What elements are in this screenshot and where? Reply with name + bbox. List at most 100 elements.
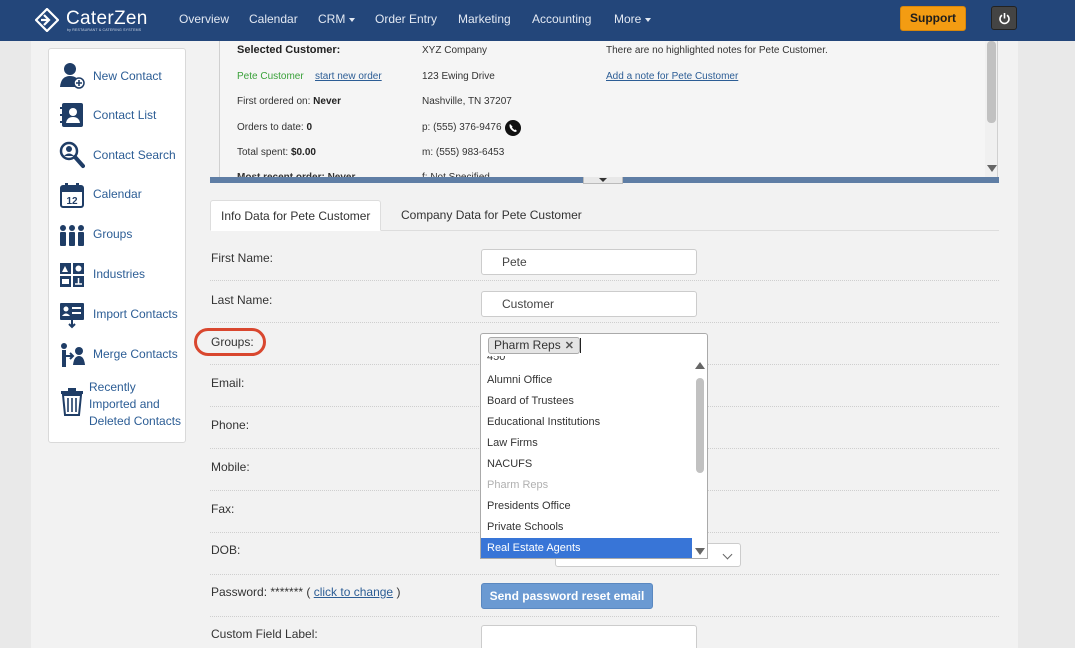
groups-dropdown: 450 Alumni Office Board of Trustees Educ… [480, 356, 708, 559]
dropdown-option[interactable]: NACUFS [481, 454, 692, 474]
brand-name: CaterZen [66, 8, 148, 29]
caterzen-logo[interactable]: CaterZen by RESTAURANT & CATERING SYSTEM… [35, 6, 155, 34]
dropdown-option[interactable]: 450 [481, 356, 692, 367]
trash-icon [61, 388, 83, 416]
sidebar-item-calendar[interactable]: 12 Calendar [49, 177, 185, 213]
mobile-number: m: (555) 983-6453 [422, 147, 505, 158]
nav-accounting[interactable]: Accounting [532, 12, 591, 26]
scroll-up-arrow-icon[interactable] [695, 362, 705, 369]
address-line-1: 123 Ewing Drive [422, 71, 495, 82]
last-name-label: Last Name: [211, 293, 273, 307]
contact-book-icon [60, 103, 83, 127]
logo-diamond-icon [35, 8, 59, 32]
phone-icon[interactable] [505, 120, 521, 136]
sidebar-item-label: Contact List [93, 108, 157, 122]
custom-field-input[interactable] [481, 625, 697, 648]
contact-sidebar: New Contact Contact List Contact Search … [48, 48, 186, 443]
add-user-icon [60, 63, 85, 89]
import-icon [60, 303, 84, 329]
sidebar-item-groups[interactable]: Groups [49, 217, 185, 253]
dropdown-option-disabled: Pharm Reps [487, 479, 549, 491]
sidebar-item-label: Merge Contacts [93, 347, 178, 361]
sidebar-item-label: Recently Imported and Deleted Contacts [89, 380, 182, 428]
phone-number: p: (555) 376-9476 [422, 122, 502, 133]
nav-crm[interactable]: CRM [318, 12, 356, 26]
collapse-handle-icon[interactable] [583, 177, 623, 184]
scroll-down-arrow-icon[interactable] [695, 548, 705, 555]
customer-name: Pete Customer [237, 71, 304, 82]
remove-tag-icon[interactable]: ✕ [565, 340, 574, 352]
sidebar-item-label: Industries [93, 267, 146, 281]
dropdown-option[interactable]: Law Firms [481, 433, 692, 453]
groups-annotation-ring [194, 328, 266, 356]
calendar-icon: 12 [60, 183, 84, 208]
first-ordered-value: Never [313, 96, 341, 107]
first-name-row: First Name: [210, 239, 999, 281]
industries-icon [60, 263, 84, 287]
contact-tabs: Info Data for Pete Customer Company Data… [210, 200, 999, 231]
fax-label: Fax: [211, 502, 235, 516]
spent-label: Total spent: [237, 147, 289, 158]
orders-to-date-info: Orders to date: 0 [237, 122, 312, 133]
total-spent-info: Total spent: $0.00 [237, 147, 316, 158]
add-note-link[interactable]: Add a note for Pete Customer [606, 71, 738, 82]
first-name-label: First Name: [211, 251, 274, 265]
nav-overview[interactable]: Overview [179, 12, 229, 26]
support-button[interactable]: Support [900, 6, 966, 31]
dropdown-option[interactable]: Presidents Office [481, 496, 692, 516]
sidebar-item-recently-imported-deleted[interactable]: Recently Imported and Deleted Contacts [49, 379, 185, 431]
nav-order-entry[interactable]: Order Entry [375, 12, 437, 26]
sidebar-item-merge-contacts[interactable]: Merge Contacts [49, 337, 185, 373]
dropdown-scrollbar[interactable] [693, 356, 707, 558]
chevron-down-icon [349, 17, 356, 22]
highlighted-notes-text: There are no highlighted notes for Pete … [606, 45, 828, 56]
sidebar-item-label: Groups [93, 227, 133, 241]
dropdown-option[interactable]: Educational Institutions [481, 412, 692, 432]
email-label: Email: [211, 376, 245, 390]
nav-more[interactable]: More [614, 12, 652, 26]
first-ordered-label: First ordered on: [237, 96, 311, 107]
first-ordered-info: First ordered on: Never [237, 96, 341, 107]
selected-customer-heading: Selected Customer: [237, 44, 341, 56]
nav-calendar[interactable]: Calendar [249, 12, 298, 26]
nav-marketing[interactable]: Marketing [458, 12, 511, 26]
dob-label: DOB: [211, 543, 241, 557]
dropdown-option[interactable]: Alumni Office [481, 370, 692, 390]
last-name-input[interactable] [481, 291, 697, 317]
group-tag-label: Pharm Reps [494, 338, 561, 352]
orders-value: 0 [306, 122, 313, 133]
sidebar-item-label: Import Contacts [93, 307, 178, 321]
chevron-down-icon [645, 17, 652, 22]
password-label: Password: ******* ( [211, 585, 311, 599]
start-new-order-link[interactable]: start new order [315, 71, 382, 82]
group-tag: Pharm Reps ✕ [488, 337, 580, 354]
nav-crm-label: CRM [318, 12, 346, 26]
top-navigation-bar: CaterZen by RESTAURANT & CATERING SYSTEM… [0, 0, 1075, 41]
sidebar-item-contact-list[interactable]: Contact List [49, 97, 185, 133]
summary-scrollbar[interactable] [985, 41, 997, 177]
scrollbar-thumb[interactable] [987, 41, 996, 123]
sidebar-item-new-contact[interactable]: New Contact [49, 57, 185, 93]
sidebar-item-industries[interactable]: Industries [49, 257, 185, 293]
dropdown-option-highlighted[interactable]: Real Estate Agents [481, 538, 692, 558]
scrollbar-thumb[interactable] [696, 378, 704, 473]
tab-company-data[interactable]: Company Data for Pete Customer [391, 200, 592, 231]
sidebar-item-import-contacts[interactable]: Import Contacts [49, 297, 185, 333]
group-icon [60, 225, 84, 246]
password-close-paren: ) [396, 585, 401, 599]
dropdown-option[interactable]: Board of Trustees [481, 391, 692, 411]
customer-summary-panel: Selected Customer: Pete Customer start n… [219, 41, 998, 183]
company-name: XYZ Company [422, 45, 488, 56]
scroll-down-arrow-icon[interactable] [987, 165, 997, 172]
dropdown-option[interactable]: Private Schools [481, 517, 692, 537]
tab-info-data[interactable]: Info Data for Pete Customer [210, 200, 382, 231]
sidebar-item-contact-search[interactable]: Contact Search [49, 137, 185, 173]
groups-multiselect[interactable]: Pharm Reps ✕ [480, 333, 708, 357]
change-password-link[interactable]: click to change [314, 585, 393, 599]
send-password-reset-button[interactable]: Send password reset email [481, 583, 653, 609]
logout-button[interactable] [991, 6, 1017, 30]
power-icon [999, 13, 1010, 25]
sidebar-item-label: New Contact [93, 69, 162, 83]
first-name-input[interactable] [481, 249, 697, 275]
orders-label: Orders to date: [237, 122, 304, 133]
